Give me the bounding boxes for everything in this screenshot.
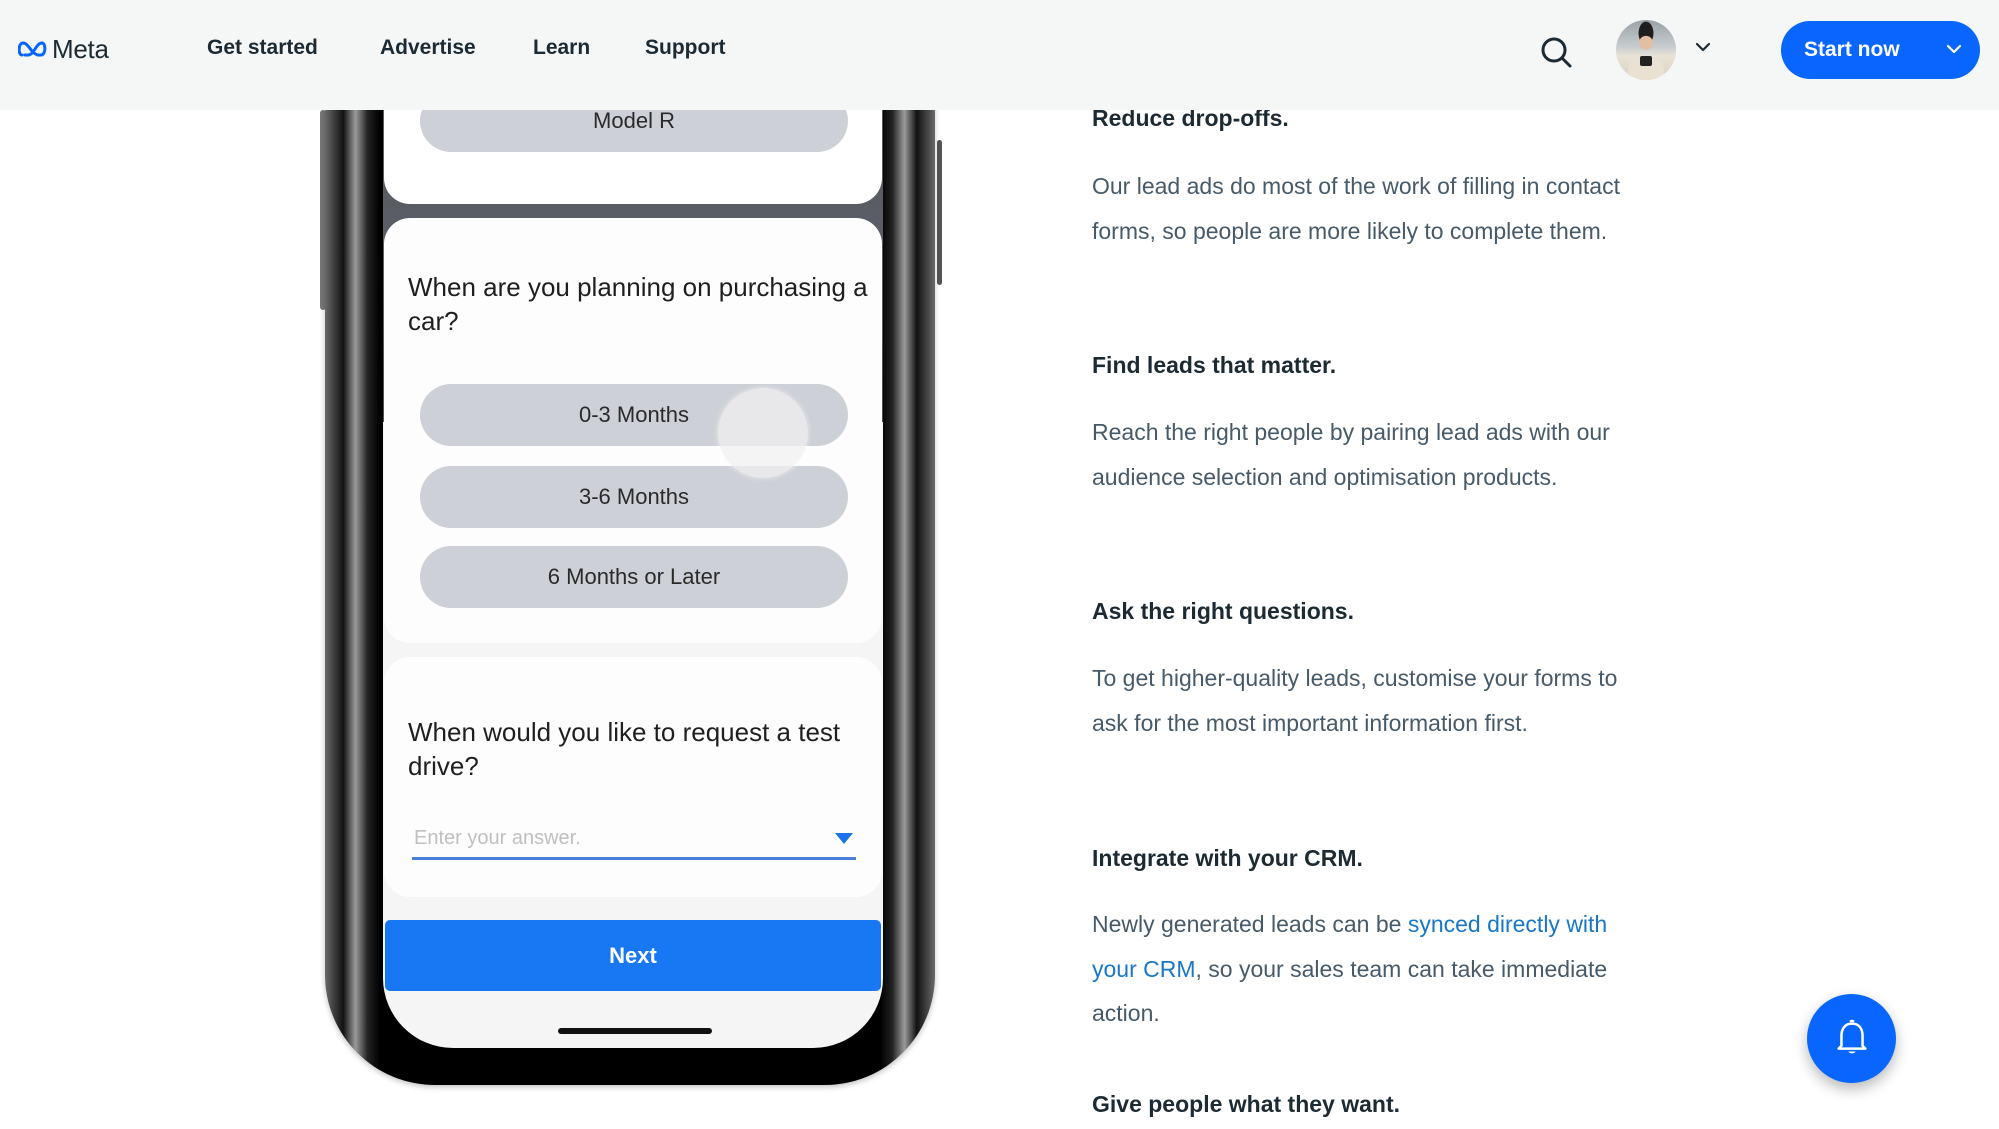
meta-logo[interactable]: Meta [18, 33, 109, 65]
next-button[interactable]: Next [385, 920, 881, 991]
section-body: To get higher-quality leads, customise y… [1092, 665, 1618, 736]
section-heading: Integrate with your CRM. [1092, 845, 1363, 871]
user-avatar[interactable] [1616, 20, 1676, 80]
nav-get-started[interactable]: Get started [207, 36, 318, 60]
nav-advertise[interactable]: Advertise [380, 36, 476, 60]
search-button[interactable] [1538, 34, 1574, 70]
bell-icon [1836, 1019, 1867, 1053]
body-text: Newly generated leads can be [1092, 911, 1408, 937]
start-now-label: Start now [1804, 38, 1900, 61]
home-indicator [558, 1028, 712, 1034]
section-heading: Give people what they want. [1092, 1091, 1401, 1117]
section-heading: Find leads that matter. [1092, 352, 1337, 378]
notifications-button[interactable] [1807, 994, 1896, 1083]
phone-mockup: Model R When are you planning on purchas… [320, 0, 950, 1100]
section-body: Our lead ads do most of the work of fill… [1092, 173, 1620, 244]
avatar-collar-shape [1640, 56, 1652, 66]
logo-text: Meta [52, 33, 109, 64]
test-drive-question: When would you like to request a test dr… [408, 717, 841, 781]
option-3-6-months[interactable]: 3-6 Months [420, 466, 848, 528]
search-icon [1541, 37, 1572, 68]
phone-side-button-right [937, 140, 942, 285]
start-now-button[interactable]: Start now [1781, 21, 1980, 79]
section-body: Newly generated leads can be synced dire… [1092, 902, 1652, 1036]
account-menu-button[interactable] [1692, 36, 1714, 58]
test-drive-answer-input[interactable] [412, 820, 856, 860]
purchase-timing-question: When are you planning on purchasing a ca… [408, 272, 868, 336]
option-6-months-or-later[interactable]: 6 Months or Later [420, 546, 848, 608]
nav-learn[interactable]: Learn [533, 36, 590, 60]
chevron-down-icon [1946, 44, 1962, 54]
top-navigation-bar: Meta Get started Advertise Learn Support… [0, 0, 1999, 110]
phone-screen: Model R When are you planning on purchas… [383, 0, 883, 1048]
meta-infinity-icon [18, 41, 47, 57]
nav-support[interactable]: Support [645, 36, 725, 60]
form-card-test-drive: When would you like to request a test dr… [384, 657, 882, 897]
section-heading: Ask the right questions. [1092, 598, 1354, 624]
section-body: Reach the right people by pairing lead a… [1092, 419, 1610, 490]
caret-down-icon[interactable] [835, 833, 853, 844]
chevron-down-icon [1695, 42, 1711, 52]
touch-indicator [718, 388, 808, 478]
